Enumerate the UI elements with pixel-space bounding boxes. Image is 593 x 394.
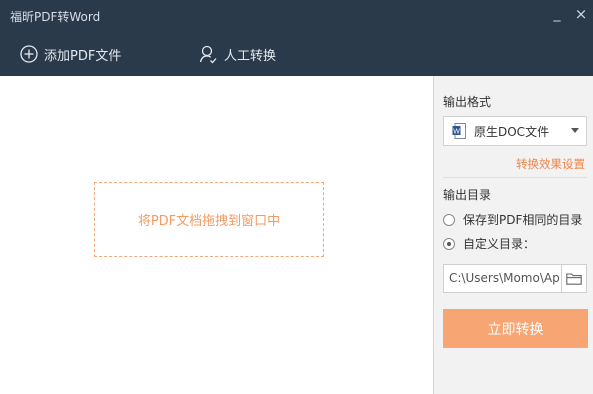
drop-zone[interactable]: 将PDF文档拖拽到窗口中	[94, 182, 324, 257]
radio-custom-dir[interactable]: 自定义目录：	[443, 235, 535, 252]
title-bar: 福昕PDF转Word _ ×	[0, 0, 593, 34]
browse-folder-button[interactable]	[561, 265, 586, 292]
output-dir-label: 输出目录	[443, 188, 492, 202]
output-path-value[interactable]: C:\Users\Momo\Ap	[449, 271, 561, 285]
convert-now-button[interactable]: 立即转换	[443, 309, 588, 348]
radio-button[interactable]	[443, 213, 455, 226]
output-path-field[interactable]: C:\Users\Momo\Ap	[443, 264, 587, 293]
close-button[interactable]: ×	[574, 7, 588, 22]
radio-button-selected[interactable]	[443, 237, 455, 250]
add-pdf-label: 添加PDF文件	[44, 48, 122, 64]
output-format-value: 原生DOC文件	[474, 124, 550, 139]
radio-same-dir-label: 保存到PDF相同的目录	[463, 213, 583, 227]
divider	[443, 177, 587, 178]
window-title: 福昕PDF转Word	[10, 10, 101, 24]
add-circle-icon	[20, 45, 38, 63]
word-doc-icon: W	[452, 123, 466, 139]
toolbar: 添加PDF文件 人工转换	[0, 34, 593, 76]
effect-settings-link[interactable]: 转换效果设置	[516, 156, 585, 172]
manual-convert-button[interactable]: 人工转换	[198, 42, 276, 66]
radio-same-dir[interactable]: 保存到PDF相同的目录	[443, 211, 582, 228]
radio-custom-dir-label: 自定义目录：	[463, 237, 536, 251]
chevron-down-icon	[571, 128, 579, 133]
user-service-icon	[199, 45, 217, 64]
minimize-button[interactable]: _	[550, 7, 564, 21]
drop-hint: 将PDF文档拖拽到窗口中	[137, 214, 281, 229]
add-pdf-button[interactable]: 添加PDF文件	[20, 42, 121, 66]
output-format-select[interactable]: W 原生DOC文件	[443, 116, 587, 146]
settings-panel: 输出格式 W 原生DOC文件 转换效果设置 输出目录 保存到PDF相同的目录 自…	[433, 76, 593, 394]
folder-icon	[566, 273, 582, 285]
manual-convert-label: 人工转换	[224, 48, 277, 64]
drop-area[interactable]: 将PDF文档拖拽到窗口中	[0, 76, 433, 394]
output-format-label: 输出格式	[443, 95, 492, 109]
svg-text:W: W	[453, 129, 460, 136]
